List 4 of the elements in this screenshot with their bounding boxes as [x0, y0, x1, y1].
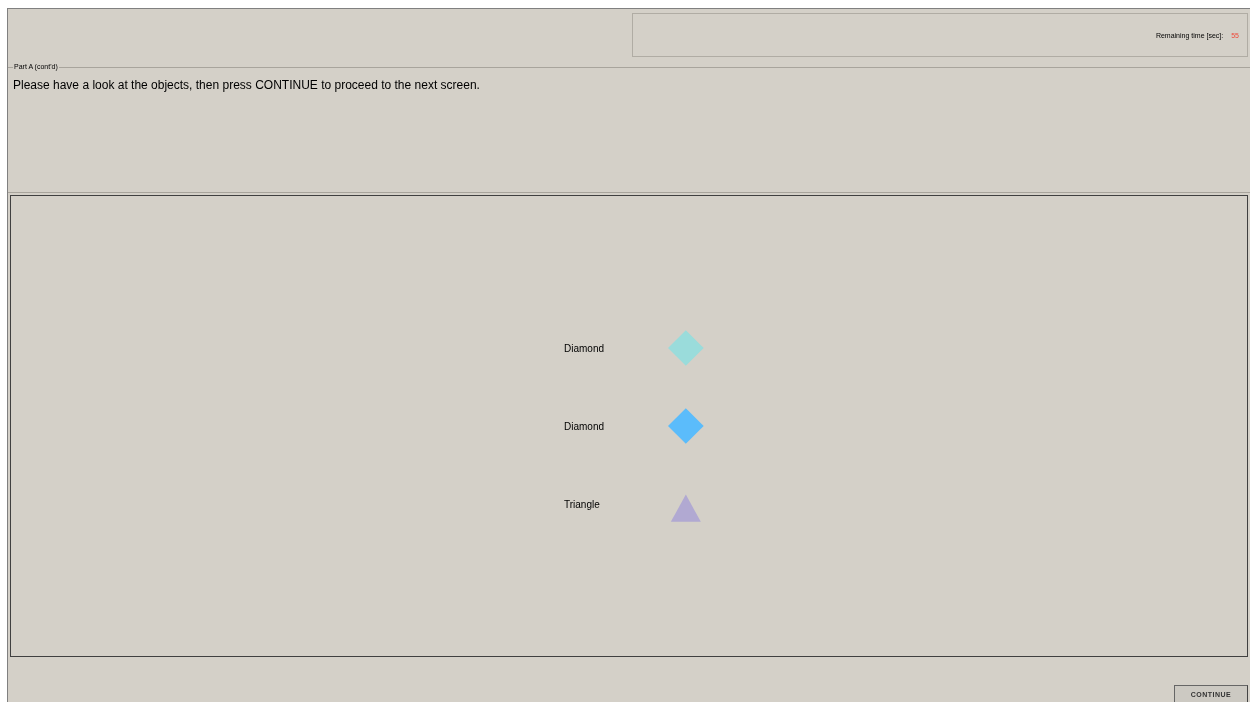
- instruction-text: Please have a look at the objects, then press CONTINUE to proceed to the next screen.: [13, 78, 481, 92]
- object-label: Triangle: [564, 498, 601, 510]
- object-label: Diamond: [564, 342, 606, 354]
- object-label: Diamond: [564, 420, 606, 432]
